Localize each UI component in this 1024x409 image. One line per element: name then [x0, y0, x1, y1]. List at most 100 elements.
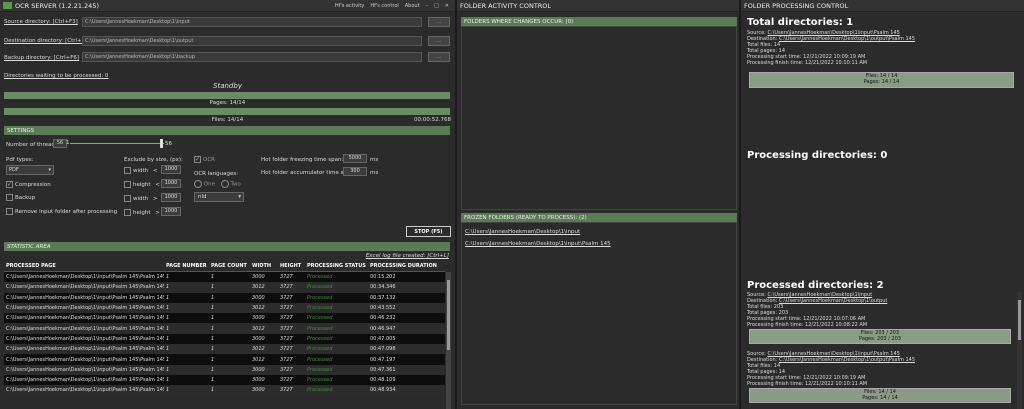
table-row[interactable]: C:\Users\JannesHoekman\Desktop\1\input\P…	[4, 313, 445, 324]
accum-span-label: Hot folder accumulator time span:	[261, 170, 356, 176]
exclude-size-input[interactable]: 1000	[161, 207, 181, 216]
table-row[interactable]: C:\Users\JannesHoekman\Desktop\1\input\P…	[4, 333, 445, 345]
page-count-cell: 1	[209, 302, 250, 314]
page-count-cell: 1	[209, 344, 250, 355]
ocr-titlebar: OCR SERVER (1.2.21.245) Hf's activity Hf…	[0, 0, 455, 12]
column-header[interactable]: HEIGHT	[278, 261, 305, 272]
status-text: Standby	[213, 82, 242, 90]
height-cell: 3727	[278, 374, 305, 386]
ocr-language-select[interactable]: nld ▾	[194, 192, 244, 202]
files-progress-fill	[4, 108, 450, 115]
activity-titlebar: FOLDER ACTIVITY CONTROL	[457, 0, 739, 12]
exclude-checkbox[interactable]	[124, 209, 131, 216]
table-row[interactable]: C:\Users\JannesHoekman\Desktop\1\input\P…	[4, 292, 445, 303]
waiting-dirs-label[interactable]: Directories waiting to be processed: 0	[4, 73, 108, 79]
duration-cell: 00:15.202	[368, 271, 445, 283]
dest-path[interactable]: C:\Users\JannesHoekman\Desktop\1\output	[779, 298, 887, 304]
threads-value: 56	[53, 139, 67, 148]
pdf-type-select[interactable]: PDF ▾	[6, 165, 54, 175]
threads-slider[interactable]	[70, 143, 164, 144]
table-row[interactable]: C:\Users\JannesHoekman\Desktop\1\input\P…	[4, 323, 445, 334]
processed-page-cell: C:\Users\JannesHoekman\Desktop\1\input\P…	[4, 271, 164, 283]
radio-two-icon[interactable]	[220, 180, 229, 188]
maximize-icon[interactable]: □	[434, 3, 439, 9]
remove-input-label: Remove input folder after processing	[15, 209, 118, 215]
exclude-size-input[interactable]: 1000	[161, 193, 181, 202]
radio-two-label: Two	[230, 181, 241, 188]
dest-path[interactable]: C:\Users\JannesHoekman\Desktop\1\output\…	[779, 36, 915, 42]
source-browse-button[interactable]: ...	[428, 17, 450, 27]
exclude-size-input[interactable]: 1000	[161, 165, 181, 174]
processed-page-cell: C:\Users\JannesHoekman\Desktop\1\input\P…	[4, 344, 164, 355]
column-header[interactable]: PROCESSED PAGE	[4, 261, 164, 272]
table-scrollbar[interactable]	[446, 272, 451, 409]
menu-about[interactable]: About	[405, 3, 420, 9]
status-cell: Processed	[305, 364, 368, 375]
backup-dir-input[interactable]: C:\Users\JannesHoekman\Desktop\1\backup	[82, 52, 422, 62]
exclude-checkbox[interactable]	[124, 167, 131, 174]
duration-cell: 00:47.197	[368, 354, 445, 365]
height-cell: 3727	[278, 323, 305, 334]
menu-hf-activity[interactable]: Hf's activity	[335, 3, 365, 9]
exclude-operator: >	[152, 196, 158, 202]
width-cell: 3000	[250, 313, 278, 324]
menu-hf-control[interactable]: Hf's control	[370, 3, 398, 9]
pages-progress-text: Pages: 14/14	[209, 100, 246, 106]
table-row[interactable]: C:\Users\JannesHoekman\Desktop\1\input\P…	[4, 271, 445, 283]
dest-dir-input[interactable]: C:\Users\JannesHoekman\Desktop\1\output	[82, 36, 422, 46]
backup-dir-label[interactable]: Backup directory: [Ctrl+F6]	[4, 55, 79, 61]
height-cell: 3727	[278, 271, 305, 283]
column-header[interactable]: PROCESSING STATUS	[305, 261, 368, 272]
ocr-checkbox[interactable]: ✓	[194, 156, 201, 163]
excel-log-link[interactable]: Excel log file created: [Ctrl+L]	[366, 253, 449, 259]
close-icon[interactable]: ✕	[445, 3, 449, 9]
table-header: PROCESSED PAGE PAGE NUMBER PAGE COUNT WIDTH…	[4, 261, 445, 272]
ocr-server-window: OCR SERVER (1.2.21.245) Hf's activity Hf…	[0, 0, 455, 409]
processed-page-cell: C:\Users\JannesHoekman\Desktop\1\input\P…	[4, 313, 164, 324]
processed-scrollbar[interactable]	[1017, 292, 1022, 409]
column-header[interactable]: WIDTH	[250, 261, 278, 272]
column-header[interactable]: PAGE NUMBER	[164, 261, 209, 272]
table-row[interactable]: C:\Users\JannesHoekman\Desktop\1\input\P…	[4, 344, 445, 355]
table-row[interactable]: C:\Users\JannesHoekman\Desktop\1\input\P…	[4, 354, 445, 365]
finish-value: 12/21/2022 10:10:11 AM	[804, 381, 868, 387]
height-cell: 3727	[278, 282, 305, 293]
table-row[interactable]: C:\Users\JannesHoekman\Desktop\1\input\P…	[4, 364, 445, 375]
frozen-item[interactable]: C:\Users\JannesHoekman\Desktop\1\input	[465, 229, 580, 235]
source-dir-input[interactable]: C:\Users\JannesHoekman\Desktop\1\input	[82, 17, 422, 27]
scrollbar-thumb[interactable]	[1018, 300, 1021, 340]
total-pages-progress: Pages: 14 / 14	[863, 79, 900, 85]
radio-one-icon[interactable]	[194, 180, 202, 188]
dest-dir-label[interactable]: Destination directory: [Ctrl+F4]	[4, 38, 90, 44]
compression-checkbox[interactable]: ✓	[6, 181, 13, 188]
minimize-icon[interactable]: –	[426, 3, 429, 9]
table-row[interactable]: C:\Users\JannesHoekman\Desktop\1\input\P…	[4, 374, 445, 386]
status-cell: Processed	[305, 354, 368, 365]
accum-span-input[interactable]: 300	[343, 167, 367, 176]
remove-input-checkbox[interactable]	[6, 208, 13, 215]
dest-path[interactable]: C:\Users\JannesHoekman\Desktop\1\output\…	[779, 357, 915, 363]
stop-button[interactable]: STOP (F5)	[406, 226, 451, 237]
page-count-cell: 1	[209, 333, 250, 345]
dest-browse-button[interactable]: ...	[428, 36, 450, 46]
freeze-span-input[interactable]: 5000	[343, 154, 367, 163]
status-cell: Processed	[305, 282, 368, 293]
exclude-checkbox[interactable]	[124, 195, 131, 202]
width-cell: 3000	[250, 374, 278, 386]
source-dir-label[interactable]: Source directory: [Ctrl+F3]	[4, 19, 78, 25]
exclude-checkbox[interactable]	[124, 181, 131, 188]
column-header[interactable]: PROCESSING DURATION	[368, 261, 445, 272]
backup-browse-button[interactable]: ...	[428, 52, 450, 62]
table-row[interactable]: C:\Users\JannesHoekman\Desktop\1\input\P…	[4, 302, 445, 314]
table-row[interactable]: C:\Users\JannesHoekman\Desktop\1\input\P…	[4, 282, 445, 293]
backup-checkbox[interactable]	[6, 194, 13, 201]
ocr-languages-label: OCR languages:	[194, 171, 239, 177]
settings-header: SETTINGS	[4, 126, 450, 135]
scrollbar-thumb[interactable]	[447, 280, 450, 350]
radio-one-label: One	[203, 181, 215, 188]
column-header[interactable]: PAGE COUNT	[209, 261, 250, 272]
exclude-size-input[interactable]: 1000	[161, 179, 181, 188]
threads-slider-thumb[interactable]	[160, 139, 163, 148]
frozen-item[interactable]: C:\Users\JannesHoekman\Desktop\1\input\P…	[465, 241, 611, 247]
table-row[interactable]: C:\Users\JannesHoekman\Desktop\1\input\P…	[4, 385, 445, 396]
